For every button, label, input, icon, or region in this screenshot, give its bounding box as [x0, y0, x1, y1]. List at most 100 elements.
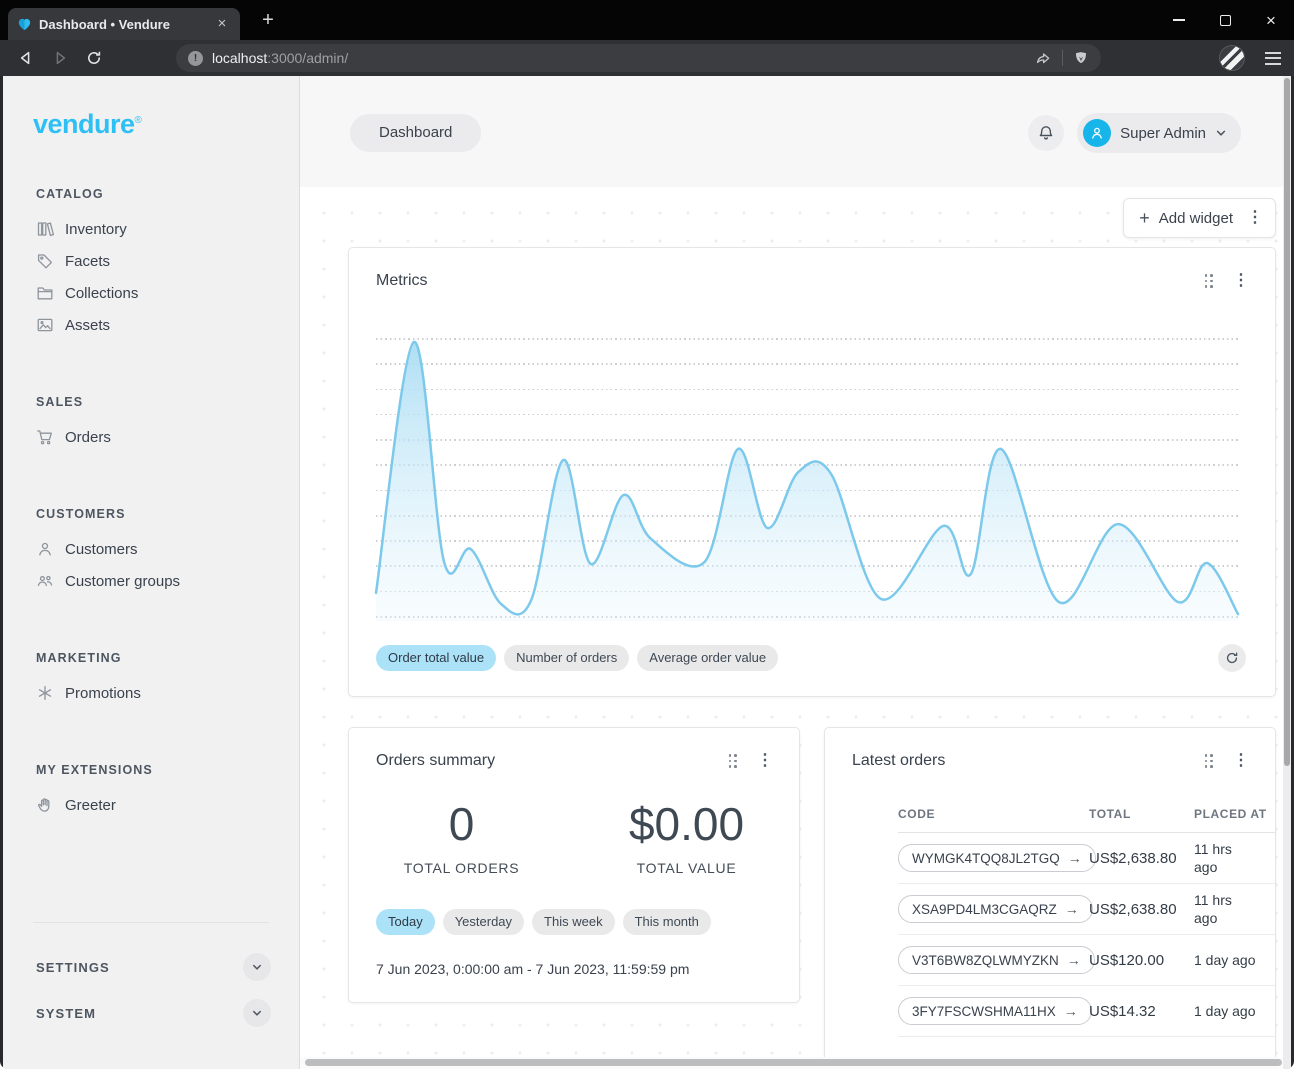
horizontal-scrollbar	[300, 1057, 1283, 1069]
main-pane: Dashboard Super Admin + Add widget ⋮	[300, 76, 1283, 1069]
window-close-button[interactable]: ×	[1248, 0, 1294, 40]
orders-summary-menu-button[interactable]: ⋮	[757, 754, 773, 768]
arrow-right-icon: →	[1067, 952, 1081, 968]
range-yesterday[interactable]: Yesterday	[443, 909, 524, 935]
window-controls: ×	[1156, 0, 1294, 40]
column-header-total: TOTAL	[1089, 807, 1194, 821]
site-info-icon[interactable]: !	[188, 51, 203, 66]
minimize-icon	[1173, 19, 1185, 21]
reload-button[interactable]	[80, 44, 108, 72]
drag-handle-icon[interactable]	[1205, 274, 1214, 288]
new-tab-button[interactable]: +	[256, 9, 280, 33]
sidebar-item-orders[interactable]: Orders	[3, 421, 299, 453]
share-icon[interactable]	[1034, 49, 1052, 67]
range-today[interactable]: Today	[376, 909, 435, 935]
order-total: US$2,638.80	[1089, 901, 1194, 918]
add-widget-button[interactable]: + Add widget ⋮	[1123, 198, 1276, 238]
latest-orders-table: CODE TOTAL PLACED AT WYMGK4TQQ8JL2TGQ→ U…	[825, 796, 1276, 1037]
sidebar-item-promotions[interactable]: Promotions	[3, 677, 299, 709]
horizontal-scrollbar-thumb[interactable]	[305, 1059, 1282, 1066]
arrow-right-icon: →	[1064, 1003, 1078, 1019]
order-placed-at: 11 hrs ago	[1194, 840, 1276, 876]
settings-expand-button[interactable]	[243, 953, 271, 981]
window-minimize-button[interactable]	[1156, 0, 1202, 40]
browser-window: Dashboard • Vendure × + × ! localhost:30…	[0, 0, 1294, 1069]
order-code-link[interactable]: 3FY7FSCWSHMA11HX→	[898, 997, 1092, 1025]
sidebar-item-inventory[interactable]: Inventory	[3, 213, 299, 245]
app-frame: vendure® CATALOG Inventory Facets Collec…	[3, 76, 1291, 1069]
total-orders-value: 0	[349, 796, 574, 852]
registered-mark: ®	[135, 115, 142, 126]
close-icon: ×	[1266, 12, 1276, 29]
range-this-month[interactable]: This month	[623, 909, 711, 935]
tab-title: Dashboard • Vendure	[39, 17, 206, 32]
order-code-link[interactable]: WYMGK4TQQ8JL2TGQ→	[898, 844, 1096, 872]
table-row: WYMGK4TQQ8JL2TGQ→ US$2,638.80 11 hrs ago	[898, 833, 1276, 884]
sidebar-item-greeter[interactable]: Greeter	[3, 789, 299, 821]
bell-icon	[1037, 124, 1055, 142]
refresh-button[interactable]	[1218, 644, 1246, 672]
vertical-scrollbar-thumb[interactable]	[1284, 78, 1290, 766]
hand-icon	[36, 796, 54, 814]
order-placed-at: 1 day ago	[1194, 1002, 1276, 1020]
system-expand-button[interactable]	[243, 999, 271, 1027]
order-placed-at: 11 hrs ago	[1194, 891, 1276, 927]
metric-tabs: Order total value Number of orders Avera…	[376, 645, 778, 671]
order-code-link[interactable]: V3T6BW8ZQLWMYZKN→	[898, 946, 1095, 974]
sidebar-item-assets[interactable]: Assets	[3, 309, 299, 341]
breadcrumb-dashboard[interactable]: Dashboard	[350, 114, 481, 152]
sidebar-item-system[interactable]: SYSTEM	[36, 999, 271, 1027]
table-header-row: CODE TOTAL PLACED AT	[825, 796, 1276, 832]
sidebar-item-customer-groups[interactable]: Customer groups	[3, 565, 299, 597]
users-icon	[36, 572, 54, 590]
dashboard-content: + Add widget ⋮ Metrics ⋮	[300, 187, 1283, 1057]
toolbar-separator	[1062, 50, 1063, 66]
total-orders-label: TOTAL ORDERS	[349, 860, 574, 876]
column-header-placed-at: PLACED AT	[1194, 807, 1276, 821]
url-path: :3000/admin/	[267, 50, 348, 66]
back-button[interactable]	[12, 44, 40, 72]
brave-shield-icon[interactable]	[1073, 50, 1089, 67]
sidebar-item-facets[interactable]: Facets	[3, 245, 299, 277]
metrics-menu-button[interactable]: ⋮	[1233, 274, 1249, 288]
arrow-right-icon: →	[1068, 850, 1082, 866]
sidebar-divider	[33, 922, 269, 923]
tab-average-order-value[interactable]: Average order value	[637, 645, 778, 671]
user-icon	[36, 540, 54, 558]
latest-orders-menu-button[interactable]: ⋮	[1233, 754, 1249, 768]
sidebar-item-customers[interactable]: Customers	[3, 533, 299, 565]
browser-menu-icon[interactable]	[1265, 52, 1281, 65]
browser-profile-avatar[interactable]	[1219, 45, 1245, 71]
refresh-icon	[1224, 650, 1240, 666]
person-icon	[1088, 124, 1106, 142]
tab-close-icon[interactable]: ×	[213, 15, 231, 33]
user-name: Super Admin	[1120, 125, 1206, 142]
image-icon	[36, 316, 54, 334]
drag-handle-icon[interactable]	[1205, 754, 1214, 768]
add-widget-kebab-icon[interactable]: ⋮	[1247, 211, 1263, 225]
table-row: XSA9PD4LM3CGAQRZ→ US$2,638.80 11 hrs ago	[898, 884, 1276, 935]
tab-number-of-orders[interactable]: Number of orders	[504, 645, 629, 671]
user-menu[interactable]: Super Admin	[1077, 113, 1241, 153]
browser-toolbar: ! localhost:3000/admin/	[0, 40, 1294, 76]
range-this-week[interactable]: This week	[532, 909, 615, 935]
url-text[interactable]: localhost:3000/admin/	[212, 50, 348, 66]
order-code-link[interactable]: XSA9PD4LM3CGAQRZ→	[898, 895, 1093, 923]
vendure-logo[interactable]: vendure®	[33, 106, 299, 139]
browser-tab[interactable]: Dashboard • Vendure ×	[8, 8, 240, 40]
drag-handle-icon[interactable]	[729, 754, 738, 768]
window-restore-button[interactable]	[1202, 0, 1248, 40]
url-bar[interactable]: ! localhost:3000/admin/	[176, 44, 1101, 72]
folder-icon	[36, 284, 54, 302]
metrics-chart-svg	[376, 331, 1238, 621]
sidebar-item-collections[interactable]: Collections	[3, 277, 299, 309]
sidebar-item-settings[interactable]: SETTINGS	[36, 953, 271, 981]
tab-order-total-value[interactable]: Order total value	[376, 645, 496, 671]
order-placed-at: 1 day ago	[1194, 951, 1276, 969]
sidebar-footer: SETTINGS SYSTEM	[3, 922, 299, 1069]
metrics-chart	[376, 331, 1238, 621]
notifications-button[interactable]	[1028, 115, 1064, 151]
total-value-label: TOTAL VALUE	[574, 860, 799, 876]
forward-button[interactable]	[46, 44, 74, 72]
orders-summary-widget: Orders summary ⋮ 0 TOTAL ORDERS $0.00 TO…	[348, 727, 800, 1003]
